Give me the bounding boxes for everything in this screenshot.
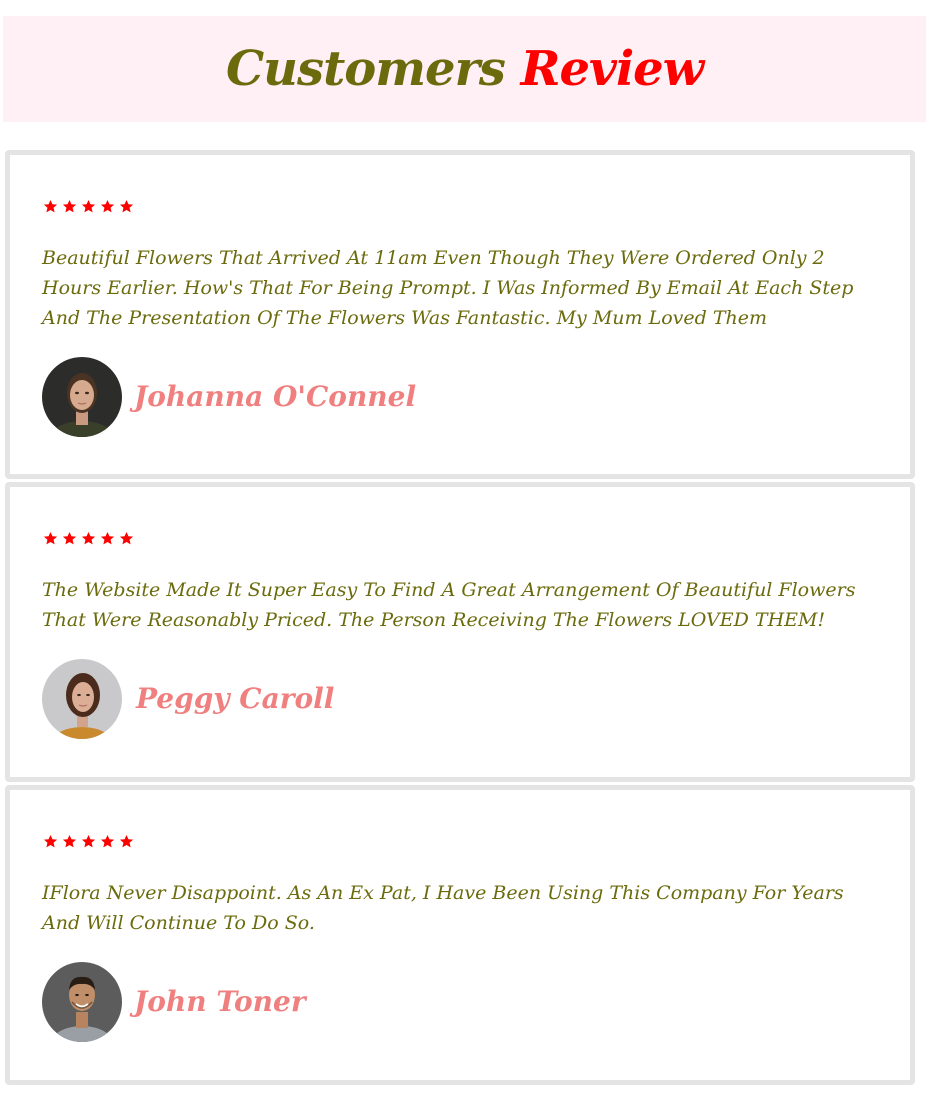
star-icon xyxy=(119,199,134,213)
woman-portrait-icon xyxy=(42,357,122,437)
reviewer-name: Peggy Caroll xyxy=(136,682,335,715)
star-icon xyxy=(43,834,58,848)
star-icon xyxy=(62,199,77,213)
review-card: The Website Made It Super Easy To Find A… xyxy=(5,482,915,782)
review-card: Beautiful Flowers That Arrived At 11am E… xyxy=(5,150,915,479)
reviewer-avatar xyxy=(42,962,122,1042)
star-icon xyxy=(100,834,115,848)
star-icon xyxy=(119,834,134,848)
title-main-word: Customers xyxy=(225,41,506,97)
reviewer-avatar xyxy=(42,357,122,437)
reviewer-name: Johanna O'Connel xyxy=(134,380,417,413)
star-rating xyxy=(43,834,134,849)
review-text: Beautiful Flowers That Arrived At 11am E… xyxy=(42,247,854,329)
review-text: IFlora Never Disappoint. As An Ex Pat, I… xyxy=(42,882,844,934)
star-icon xyxy=(43,199,58,213)
star-rating xyxy=(43,531,134,546)
star-icon xyxy=(119,531,134,545)
review-card: IFlora Never Disappoint. As An Ex Pat, I… xyxy=(5,785,915,1085)
star-icon xyxy=(62,531,77,545)
star-icon xyxy=(100,531,115,545)
woman-portrait-icon xyxy=(42,659,122,739)
star-icon xyxy=(81,199,96,213)
star-icon xyxy=(100,199,115,213)
reviewer-name: John Toner xyxy=(134,985,306,1018)
star-icon xyxy=(81,531,96,545)
man-portrait-icon xyxy=(42,962,122,1042)
star-icon xyxy=(81,834,96,848)
title-accent-word: Review xyxy=(520,41,704,97)
star-rating xyxy=(43,199,134,214)
reviewer-avatar xyxy=(42,659,122,739)
section-title: Customers Review xyxy=(225,41,704,97)
star-icon xyxy=(43,531,58,545)
star-icon xyxy=(62,834,77,848)
review-text: The Website Made It Super Easy To Find A… xyxy=(42,579,856,631)
section-header: Customers Review xyxy=(3,16,926,122)
